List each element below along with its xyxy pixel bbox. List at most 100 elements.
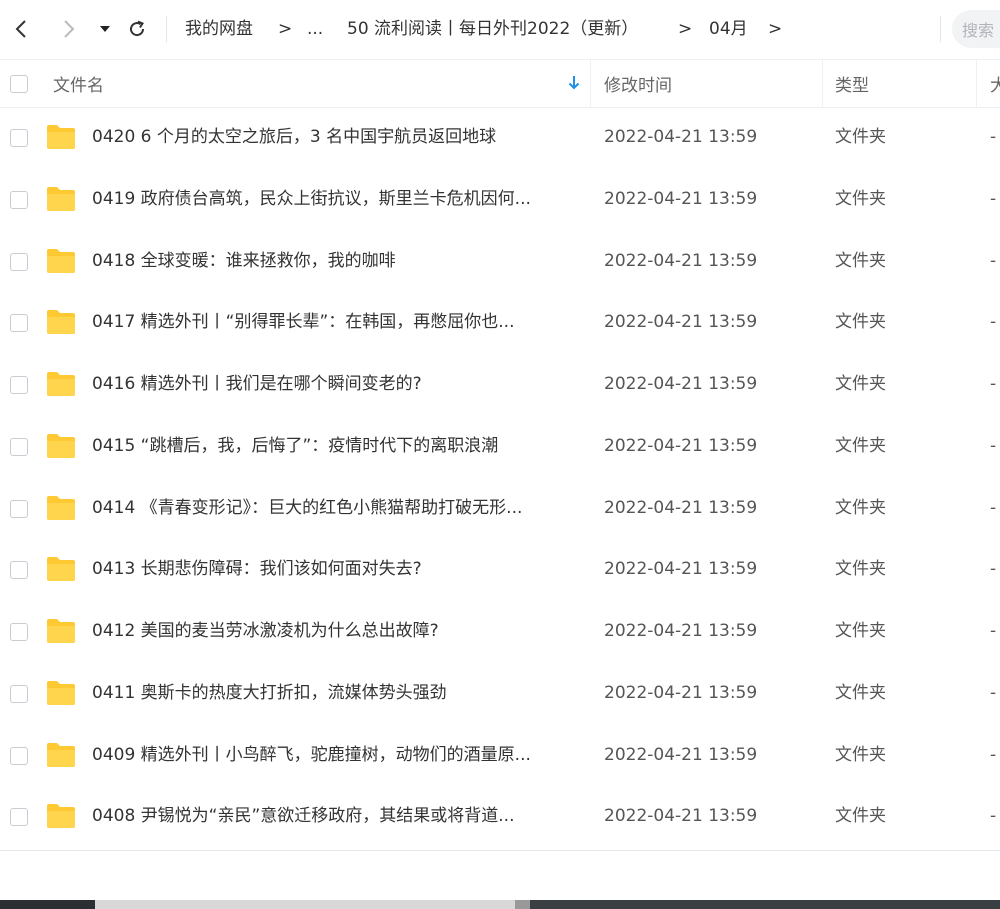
file-row[interactable]: 0409 精选外刊丨小鸟醉飞，驼鹿撞树，动物们的酒量原... 2022-04-21… (0, 725, 1000, 787)
column-divider[interactable] (822, 60, 823, 107)
file-name[interactable]: 0412 美国的麦当劳冰激凌机为什么总出故障? (92, 601, 439, 662)
row-checkbox[interactable] (10, 499, 28, 518)
file-size: - (990, 559, 997, 580)
taskbar-strip (0, 900, 1000, 909)
refresh-button[interactable] (124, 14, 150, 44)
row-checkbox[interactable] (10, 808, 28, 827)
folder-icon (47, 557, 75, 582)
modified-time: 2022-04-21 13:59 (604, 312, 758, 333)
file-name[interactable]: 0413 长期悲伤障碍：我们该如何面对失去? (92, 539, 422, 600)
toolbar-divider (166, 16, 167, 42)
file-type: 文件夹 (835, 188, 886, 209)
file-name[interactable]: 0408 尹锡悦为“亲民”意欲迁移政府，其结果或将背道... (92, 786, 515, 847)
modified-time: 2022-04-21 13:59 (604, 806, 758, 827)
file-type: 文件夹 (835, 435, 886, 456)
file-name[interactable]: 0411 奥斯卡的热度大打折扣，流媒体势头强劲 (92, 663, 447, 724)
sort-down-arrow-icon[interactable] (567, 75, 581, 91)
folder-icon (47, 680, 75, 705)
chevron-left-icon (15, 20, 26, 38)
file-name[interactable]: 0409 精选外刊丨小鸟醉飞，驼鹿撞树，动物们的酒量原... (92, 725, 531, 786)
file-row[interactable]: 0412 美国的麦当劳冰激凌机为什么总出故障? 2022-04-21 13:59 文… (0, 601, 1000, 663)
taskbar-segment (0, 900, 95, 909)
refresh-icon (130, 20, 145, 37)
row-checkbox[interactable] (10, 561, 28, 580)
folder-icon (47, 372, 75, 396)
row-checkbox[interactable] (10, 437, 28, 456)
breadcrumb-ellipsis[interactable]: ... (307, 17, 323, 41)
modified-time: 2022-04-21 13:59 (604, 559, 758, 580)
file-size: - (990, 127, 997, 147)
file-row[interactable]: 0416 精选外刊丨我们是在哪个瞬间变老的? 2022-04-21 13:59 文件… (0, 354, 1000, 416)
history-dropdown-button[interactable] (96, 14, 114, 44)
column-divider[interactable] (590, 60, 591, 107)
toolbar-divider (940, 16, 941, 42)
row-checkbox[interactable] (10, 746, 28, 765)
file-name[interactable]: 0419 政府债台高筑，民众上街抗议，斯里兰卡危机因何... (92, 169, 531, 230)
folder-icon (47, 186, 75, 211)
back-button[interactable] (8, 14, 34, 44)
file-size: - (990, 435, 997, 456)
breadcrumb-folder[interactable]: 50 流利阅读丨每日外刊2022（更新） (347, 17, 638, 41)
file-row[interactable]: 0418 全球变暖：谁来拯救你，我的咖啡 2022-04-21 13:59 文件夹 - (0, 231, 1000, 293)
row-checkbox[interactable] (10, 314, 28, 333)
file-name[interactable]: 0418 全球变暖：谁来拯救你，我的咖啡 (92, 231, 396, 292)
select-all-checkbox[interactable] (10, 75, 28, 93)
toolbar: 我的网盘 > ... 50 流利阅读丨每日外刊2022（更新） > 04月 > … (0, 0, 1000, 58)
row-checkbox[interactable] (10, 129, 28, 147)
folder-icon (47, 125, 75, 149)
modified-time: 2022-04-21 13:59 (604, 682, 758, 703)
breadcrumb-separator: > (768, 19, 783, 39)
file-type: 文件夹 (835, 374, 886, 394)
modified-time: 2022-04-21 13:59 (604, 374, 758, 394)
search-placeholder: 搜索 (962, 21, 995, 40)
folder-icon (47, 433, 75, 458)
column-header-type[interactable]: 类型 (835, 60, 869, 107)
row-checkbox[interactable] (10, 190, 28, 209)
file-type: 文件夹 (835, 682, 886, 703)
column-divider[interactable] (976, 60, 977, 107)
file-type: 文件夹 (835, 621, 886, 641)
file-name[interactable]: 0416 精选外刊丨我们是在哪个瞬间变老的? (92, 354, 422, 415)
file-type: 文件夹 (835, 806, 886, 827)
file-row[interactable]: 0419 政府债台高筑，民众上街抗议，斯里兰卡危机因何... 2022-04-21… (0, 169, 1000, 231)
file-type: 文件夹 (835, 127, 886, 147)
row-checkbox[interactable] (10, 252, 28, 271)
column-header-name[interactable]: 文件名 (53, 60, 104, 107)
file-size: - (990, 497, 997, 518)
file-size: - (990, 744, 997, 765)
file-name[interactable]: 0420 6 个月的太空之旅后，3 名中国宇航员返回地球 (92, 107, 496, 168)
file-row[interactable]: 0417 精选外刊丨“别得罪长辈”：在韩国，再憋屈你也... 2022-04-21… (0, 292, 1000, 354)
breadcrumb-my-drive[interactable]: 我的网盘 (185, 17, 253, 41)
file-size: - (990, 682, 997, 703)
modified-time: 2022-04-21 13:59 (604, 744, 758, 765)
folder-icon (47, 619, 75, 643)
file-row[interactable]: 0411 奥斯卡的热度大打折扣，流媒体势头强劲 2022-04-21 13:59 文… (0, 663, 1000, 725)
file-list-header: 文件名 修改时间 类型 大 (0, 59, 1000, 108)
taskbar-segment (515, 900, 530, 909)
file-row[interactable]: 0415 “跳槽后，我，后悔了”：疫情时代下的离职浪潮 2022-04-21 13… (0, 416, 1000, 478)
file-type: 文件夹 (835, 497, 886, 518)
file-name[interactable]: 0417 精选外刊丨“别得罪长辈”：在韩国，再憋屈你也... (92, 292, 515, 353)
file-size: - (990, 806, 997, 827)
modified-time: 2022-04-21 13:59 (604, 621, 758, 641)
modified-time: 2022-04-21 13:59 (604, 127, 758, 147)
file-row[interactable]: 0413 长期悲伤障碍：我们该如何面对失去? 2022-04-21 13:59 文件… (0, 539, 1000, 601)
file-name[interactable]: 0415 “跳槽后，我，后悔了”：疫情时代下的离职浪潮 (92, 416, 498, 477)
file-name[interactable]: 0414 《青春变形记》：巨大的红色小熊猫帮助打破无形... (92, 478, 522, 539)
column-header-modified[interactable]: 修改时间 (604, 60, 672, 107)
list-bottom-divider (0, 850, 1000, 851)
row-checkbox[interactable] (10, 623, 28, 641)
forward-button[interactable] (56, 14, 82, 44)
row-checkbox[interactable] (10, 684, 28, 703)
folder-icon (47, 804, 75, 829)
row-checkbox[interactable] (10, 376, 28, 394)
file-row[interactable]: 0420 6 个月的太空之旅后，3 名中国宇航员返回地球 2022-04-21 1… (0, 107, 1000, 169)
file-size: - (990, 374, 997, 394)
breadcrumb-separator: > (678, 19, 693, 39)
file-row[interactable]: 0408 尹锡悦为“亲民”意欲迁移政府，其结果或将背道... 2022-04-21… (0, 786, 1000, 848)
breadcrumb-current[interactable]: 04月 (709, 17, 748, 41)
search-input[interactable]: 搜索 (952, 10, 1000, 48)
column-header-size[interactable]: 大 (990, 60, 1000, 107)
file-type: 文件夹 (835, 559, 886, 580)
file-row[interactable]: 0414 《青春变形记》：巨大的红色小熊猫帮助打破无形... 2022-04-21… (0, 478, 1000, 540)
